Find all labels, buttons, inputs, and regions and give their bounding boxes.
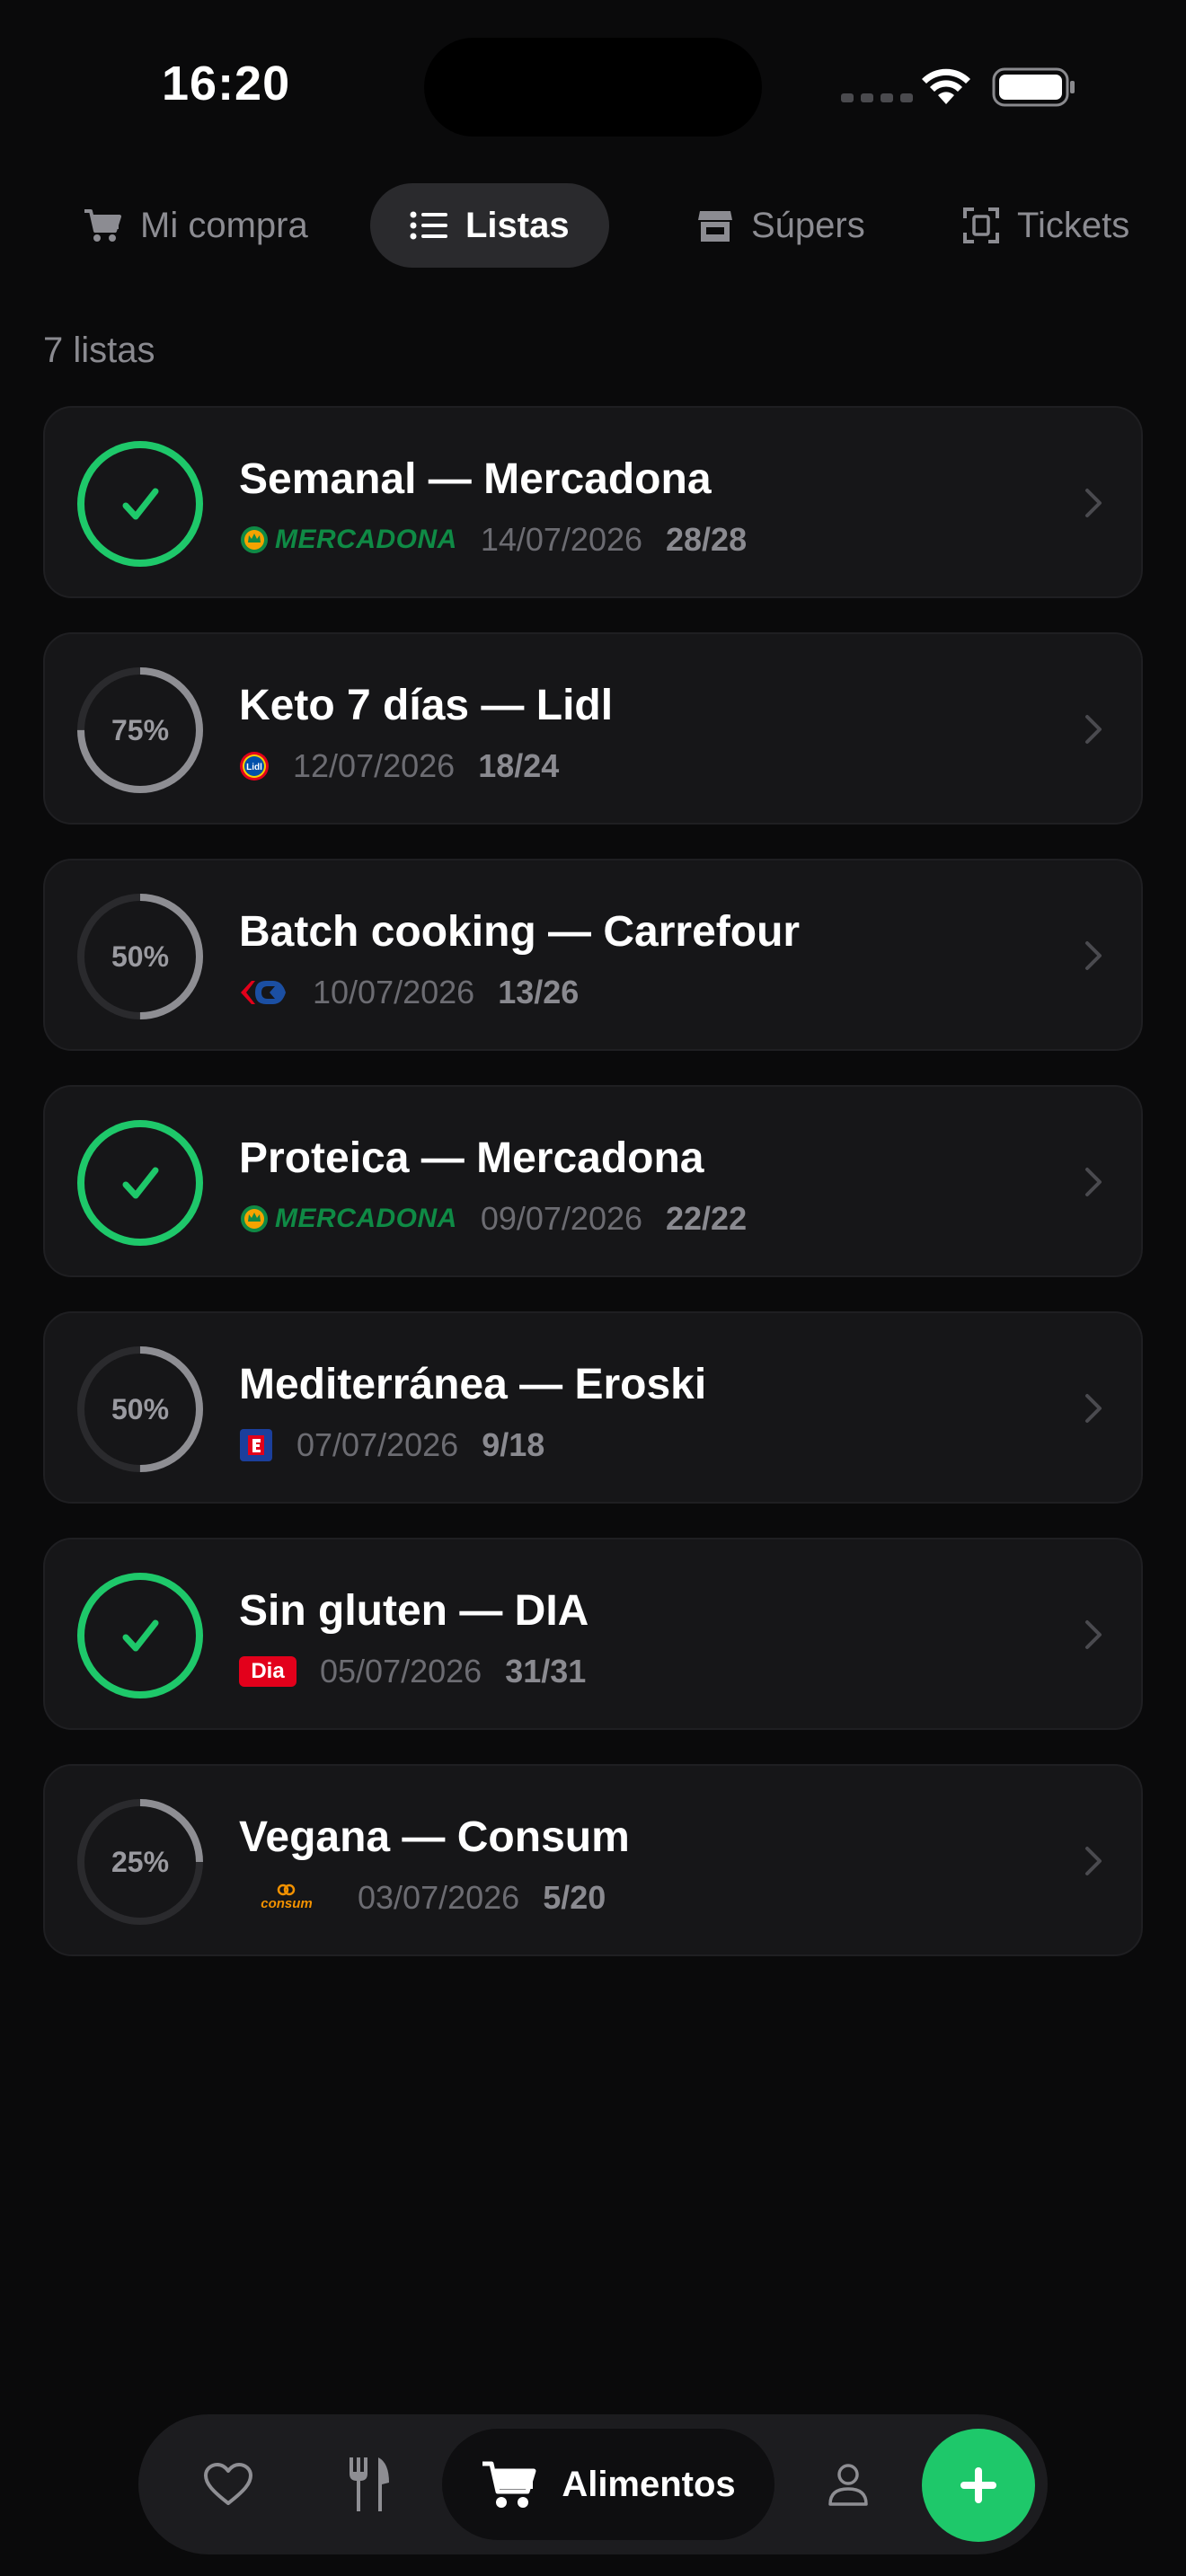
list-date: 14/07/2026: [480, 521, 643, 558]
list-count: 7 listas: [43, 331, 155, 370]
list-title: Sin gluten — DIA: [239, 1587, 589, 1635]
chevron-right-icon: [1085, 1847, 1102, 1875]
item-count: 22/22: [666, 1200, 748, 1237]
chevron-right-icon: [1085, 1394, 1102, 1423]
progress-label: 75%: [111, 713, 170, 746]
store-icon: [698, 211, 732, 242]
tab-listas[interactable]: Listas: [370, 183, 609, 268]
checkmark-icon: [122, 1167, 159, 1199]
item-count: 9/18: [482, 1426, 545, 1463]
svg-text:Lidl: Lidl: [246, 763, 262, 772]
tab-label: Listas: [465, 205, 570, 245]
progress-label: 50%: [111, 940, 170, 973]
cart-icon: [84, 209, 121, 242]
tab-tickets[interactable]: Tickets: [924, 183, 1169, 268]
list-card[interactable]: 25% Vegana — Consum consum 03/07/2026 5/…: [43, 1764, 1143, 1956]
list-title: Semanal — Mercadona: [239, 455, 712, 503]
chevron-right-icon: [1085, 941, 1102, 970]
list-card[interactable]: 50% Mediterránea — Eroski 07/07/2026 9/1…: [43, 1311, 1143, 1504]
carrefour-logo: [241, 981, 286, 1004]
list-date: 05/07/2026: [320, 1653, 482, 1689]
list-card[interactable]: Sin gluten — DIA Dia 05/07/2026 31/31: [43, 1538, 1143, 1730]
item-count: 28/28: [666, 521, 748, 558]
progress-ring: 50%: [75, 892, 205, 1021]
svg-text:consum: consum: [261, 1896, 313, 1911]
progress-ring: 25%: [75, 1797, 205, 1927]
list-card[interactable]: Proteica — Mercadona MERCADONA 09/07/202…: [43, 1085, 1143, 1277]
segment-tabs: Mi compra Listas Súpers Tickets: [43, 183, 1143, 268]
add-list-button[interactable]: [922, 2429, 1035, 2542]
list-title: Keto 7 días — Lidl: [239, 682, 614, 729]
receipt-scan-icon: [963, 207, 999, 243]
dia-logo: Dia: [239, 1656, 296, 1687]
list-title: Proteica — Mercadona: [239, 1134, 704, 1182]
chevron-right-icon: [1085, 489, 1102, 517]
consum-logo: consum: [239, 1883, 334, 1913]
checkmark-icon: [122, 1619, 159, 1652]
progress-ring: [75, 1118, 205, 1248]
wifi-icon: [922, 68, 970, 104]
person-icon: [828, 2464, 868, 2506]
chevron-right-icon: [1085, 1168, 1102, 1196]
chevron-right-icon: [1085, 715, 1102, 744]
checkmark-icon: [122, 488, 159, 520]
list-card[interactable]: 75% Keto 7 días — Lidl Lidl 12/07/2026 1…: [43, 632, 1143, 825]
nav-label: Alimentos: [562, 2464, 736, 2504]
fork-knife-icon: [350, 2457, 389, 2511]
item-count: 18/24: [478, 747, 560, 784]
list-title: Vegana — Consum: [239, 1813, 630, 1861]
tab-label: Tickets: [1017, 205, 1130, 245]
list-card[interactable]: Semanal — Mercadona MERCADONA 14/07/2026…: [43, 406, 1143, 598]
progress-ring: [75, 439, 205, 569]
eroski-logo: [240, 1429, 272, 1461]
list-icon: [410, 211, 447, 240]
lidl-logo: Lidl: [240, 752, 269, 781]
item-count: 5/20: [543, 1879, 606, 1916]
progress-ring: [75, 1571, 205, 1700]
lists-container: Semanal — Mercadona MERCADONA 14/07/2026…: [43, 406, 1143, 1990]
list-card[interactable]: 50% Batch cooking — Carrefour 10/07/2026…: [43, 859, 1143, 1051]
progress-label: 50%: [111, 1392, 170, 1425]
status-time: 16:20: [162, 57, 291, 110]
mercadona-logo: MERCADONA: [239, 1204, 457, 1234]
tab-supers[interactable]: Súpers: [658, 183, 905, 268]
progress-ring: 50%: [75, 1345, 205, 1474]
nav-favorites[interactable]: [183, 2439, 273, 2529]
progress-label: 25%: [111, 1845, 170, 1878]
progress-ring: 75%: [75, 666, 205, 795]
nav-alimentos[interactable]: Alimentos: [442, 2429, 774, 2540]
list-title: Mediterránea — Eroski: [239, 1361, 707, 1408]
list-date: 03/07/2026: [358, 1879, 520, 1916]
plus-icon: [960, 2467, 996, 2503]
tab-label: Mi compra: [140, 205, 308, 245]
item-count: 31/31: [505, 1653, 587, 1689]
nav-recipes[interactable]: [323, 2439, 413, 2529]
tab-label: Súpers: [751, 205, 865, 245]
nav-profile[interactable]: [803, 2439, 893, 2529]
cart-icon: [482, 2461, 536, 2508]
item-count: 13/26: [498, 974, 580, 1010]
battery-icon: [992, 67, 1075, 107]
list-title: Batch cooking — Carrefour: [239, 908, 801, 956]
list-date: 09/07/2026: [480, 1200, 643, 1237]
heart-icon: [204, 2463, 252, 2505]
list-date: 12/07/2026: [293, 747, 456, 784]
list-date: 10/07/2026: [313, 974, 475, 1010]
mercadona-logo: MERCADONA: [239, 525, 457, 555]
cellular-signal-icon: [841, 93, 913, 102]
tab-mi-compra[interactable]: Mi compra: [43, 183, 348, 268]
chevron-right-icon: [1085, 1620, 1102, 1649]
dynamic-island: [424, 38, 762, 137]
bottom-nav: Alimentos: [138, 2414, 1048, 2554]
list-date: 07/07/2026: [296, 1426, 459, 1463]
